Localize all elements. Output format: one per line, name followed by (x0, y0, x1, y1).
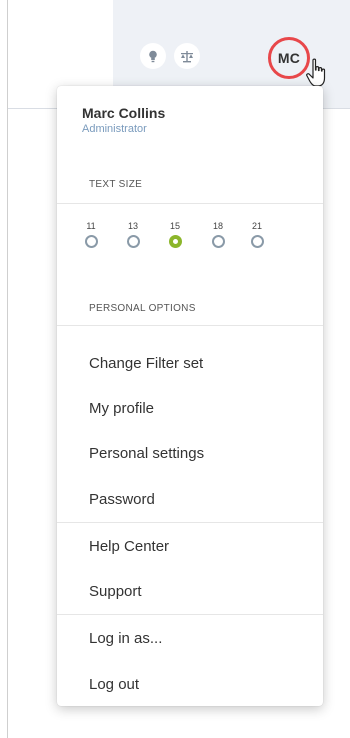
user-name: Marc Collins (82, 105, 166, 121)
window-border (7, 0, 8, 738)
menu-item-help-center[interactable]: Help Center (57, 524, 323, 570)
text-size-value: 18 (212, 221, 223, 231)
lightbulb-button[interactable] (140, 43, 166, 69)
avatar-initials: MC (277, 50, 301, 66)
text-size-option-21[interactable]: 21 (247, 221, 267, 248)
user-role: Administrator (82, 123, 147, 135)
hand-cursor-icon (306, 58, 326, 87)
radio-button-selected[interactable] (168, 235, 182, 248)
divider (57, 325, 323, 326)
text-size-value: 11 (86, 221, 96, 231)
text-size-option-15[interactable]: 15 (165, 221, 185, 248)
scale-icon (181, 50, 193, 62)
text-size-value: 21 (251, 221, 262, 231)
divider (57, 203, 323, 204)
menu-item-my-profile[interactable]: My profile (57, 386, 323, 432)
scale-button[interactable] (174, 43, 200, 69)
text-size-option-18[interactable]: 18 (208, 221, 228, 248)
menu-item-support[interactable]: Support (57, 569, 323, 615)
user-avatar-button[interactable]: MC (268, 37, 310, 79)
text-size-options: 11 13 15 18 21 (81, 221, 281, 261)
menu-item-password[interactable]: Password (57, 477, 323, 523)
personal-options-label: PERSONAL OPTIONS (89, 303, 196, 314)
divider (57, 614, 323, 615)
text-size-value: 13 (127, 221, 138, 231)
text-size-option-11[interactable]: 11 (81, 221, 101, 248)
radio-button[interactable] (126, 235, 140, 248)
menu-item-log-out[interactable]: Log out (57, 662, 323, 708)
user-dropdown-menu: Marc Collins Administrator TEXT SIZE 11 … (57, 86, 323, 706)
text-size-label: TEXT SIZE (89, 179, 143, 190)
divider (57, 522, 323, 523)
radio-button[interactable] (84, 235, 98, 248)
radio-button[interactable] (250, 235, 264, 248)
menu-item-log-in-as[interactable]: Log in as... (57, 616, 323, 662)
menu-item-personal-settings[interactable]: Personal settings (57, 431, 323, 477)
text-size-option-13[interactable]: 13 (123, 221, 143, 248)
radio-button[interactable] (211, 235, 225, 248)
text-size-value: 15 (169, 221, 180, 231)
lightbulb-icon (149, 50, 157, 62)
menu-item-change-filter-set[interactable]: Change Filter set (57, 341, 323, 387)
